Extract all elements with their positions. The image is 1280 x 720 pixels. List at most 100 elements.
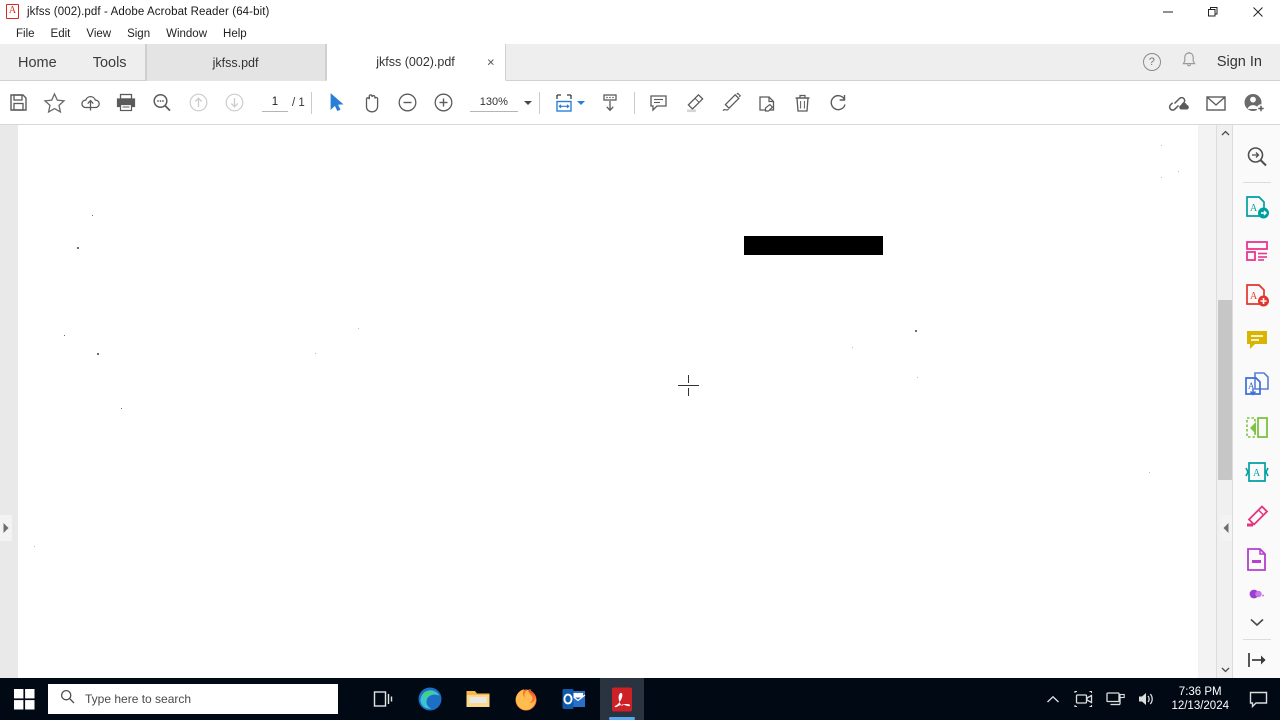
svg-text:A: A — [1248, 381, 1255, 391]
tab-home[interactable]: Home — [0, 44, 75, 81]
page-artifact — [852, 347, 853, 348]
invite-people-icon[interactable] — [1236, 87, 1272, 119]
taskbar-app-microsoft-edge[interactable] — [408, 678, 452, 720]
show-hidden-icons-chevron-icon[interactable] — [1043, 688, 1063, 710]
page-artifact — [64, 335, 65, 336]
meet-now-icon[interactable] — [1074, 688, 1094, 710]
task-view-icon[interactable] — [360, 678, 404, 720]
app-pdf-icon: A — [6, 3, 20, 20]
document-tab-2[interactable]: jkfss (002).pdf × — [325, 44, 506, 81]
fill-and-sign-icon[interactable] — [713, 87, 749, 119]
document-tab-1[interactable]: jkfss.pdf — [145, 44, 326, 81]
clock-date: 12/13/2024 — [1171, 700, 1229, 712]
pdf-page-1[interactable] — [18, 125, 1198, 678]
taskbar-app-file-explorer[interactable] — [456, 678, 500, 720]
menu-window[interactable]: Window — [158, 26, 215, 42]
more-tools-icon[interactable] — [1233, 582, 1280, 612]
tab-bar-right: ? Sign In — [1142, 44, 1280, 80]
windows-start-icon[interactable] — [0, 678, 48, 720]
protect-pdf-tool-icon[interactable] — [1233, 538, 1280, 582]
export-pdf-tool-icon[interactable]: A — [1233, 186, 1280, 230]
rotate-icon[interactable] — [821, 87, 857, 119]
windows-taskbar: Type here to search 7:36 PM 12/13/2024 — [0, 678, 1280, 720]
close-button[interactable] — [1235, 0, 1280, 23]
page-artifact — [915, 330, 917, 332]
menu-help[interactable]: Help — [215, 26, 255, 42]
page-artifact — [1161, 145, 1162, 146]
select-cursor-icon[interactable] — [318, 87, 354, 119]
close-tab-icon[interactable]: × — [487, 56, 495, 69]
notifications-bell-icon[interactable] — [1181, 51, 1197, 74]
menu-view[interactable]: View — [78, 26, 119, 42]
next-page-icon[interactable] — [216, 87, 252, 119]
page-artifact — [315, 353, 316, 354]
delete-icon[interactable] — [785, 87, 821, 119]
add-to-favorites-star-icon[interactable] — [36, 87, 72, 119]
previous-page-icon[interactable] — [180, 87, 216, 119]
add-comment-icon[interactable] — [641, 87, 677, 119]
taskbar-search-box[interactable]: Type here to search — [48, 684, 338, 714]
fill-and-sign-tool-icon[interactable] — [1233, 494, 1280, 538]
expand-left-panel-handle[interactable] — [0, 515, 12, 541]
comment-tool-icon[interactable] — [1233, 318, 1280, 362]
document-viewer[interactable]: ANY RUN — [0, 125, 1232, 678]
help-icon[interactable]: ? — [1142, 53, 1161, 71]
print-icon[interactable] — [108, 87, 144, 119]
svg-text:A: A — [1250, 291, 1258, 302]
search-tool-icon[interactable] — [1233, 135, 1280, 179]
vertical-scrollbar[interactable] — [1216, 125, 1232, 678]
save-icon[interactable] — [0, 87, 36, 119]
share-link-icon[interactable] — [1160, 87, 1196, 119]
menu-edit[interactable]: Edit — [43, 26, 79, 42]
tab-tools[interactable]: Tools — [75, 44, 145, 81]
menu-file[interactable]: File — [8, 26, 43, 42]
scrollbar-thumb[interactable] — [1218, 300, 1232, 480]
page-artifact — [358, 328, 359, 329]
page-artifact — [1178, 171, 1179, 172]
expand-panel-icon[interactable] — [1233, 643, 1280, 677]
compress-pdf-tool-icon[interactable]: A — [1233, 450, 1280, 494]
chevron-down-icon[interactable] — [523, 94, 533, 112]
toolbar-divider-3 — [633, 91, 635, 114]
page-artifact — [92, 215, 93, 216]
minimize-button[interactable] — [1145, 0, 1190, 23]
tab-bar: Home Tools jkfss.pdf jkfss (002).pdf × ?… — [0, 44, 1280, 81]
zoom-control — [469, 93, 533, 112]
collapse-right-panel-handle[interactable] — [1220, 515, 1232, 541]
zoom-in-icon[interactable] — [426, 87, 462, 119]
find-text-icon[interactable] — [144, 87, 180, 119]
volume-icon[interactable] — [1136, 688, 1156, 710]
tools-divider — [1242, 182, 1271, 183]
hand-tool-icon[interactable] — [354, 87, 390, 119]
send-email-icon[interactable] — [1198, 87, 1234, 119]
network-icon[interactable] — [1105, 688, 1125, 710]
sign-in-button[interactable]: Sign In — [1217, 54, 1262, 70]
menu-sign[interactable]: Sign — [119, 26, 158, 42]
action-center-icon[interactable] — [1244, 678, 1272, 720]
combine-files-tool-icon[interactable]: A — [1233, 362, 1280, 406]
page-gutter — [0, 125, 18, 678]
taskbar-clock[interactable]: 7:36 PM 12/13/2024 — [1167, 685, 1233, 714]
window-title: jkfss (002).pdf - Adobe Acrobat Reader (… — [27, 5, 270, 18]
page-display-icon[interactable] — [592, 87, 628, 119]
taskbar-app-adobe-acrobat-reader[interactable] — [600, 678, 644, 720]
tools-panel: A A A A — [1232, 125, 1280, 678]
edit-pdf-tool-icon[interactable]: A — [1233, 274, 1280, 318]
scroll-up-arrow-icon[interactable] — [1217, 125, 1232, 142]
taskbar-app-microsoft-outlook[interactable] — [552, 678, 596, 720]
restore-button[interactable] — [1190, 0, 1235, 23]
more-tools-chevron-icon[interactable] — [1233, 612, 1280, 632]
zoom-level-input[interactable] — [469, 93, 518, 112]
toolbar-divider-1 — [310, 91, 312, 114]
scroll-down-arrow-icon[interactable] — [1217, 661, 1232, 678]
zoom-out-icon[interactable] — [390, 87, 426, 119]
fit-options-chevron-icon[interactable] — [576, 94, 586, 112]
create-pdf-tool-icon[interactable] — [1233, 230, 1280, 274]
organize-pages-tool-icon[interactable] — [1233, 406, 1280, 450]
taskbar-app-mozilla-firefox[interactable] — [504, 678, 548, 720]
add-stamp-icon[interactable] — [749, 87, 785, 119]
highlight-text-icon[interactable] — [677, 87, 713, 119]
upload-to-cloud-icon[interactable] — [72, 87, 108, 119]
page-artifact — [34, 546, 35, 547]
page-number-input[interactable] — [262, 93, 288, 112]
